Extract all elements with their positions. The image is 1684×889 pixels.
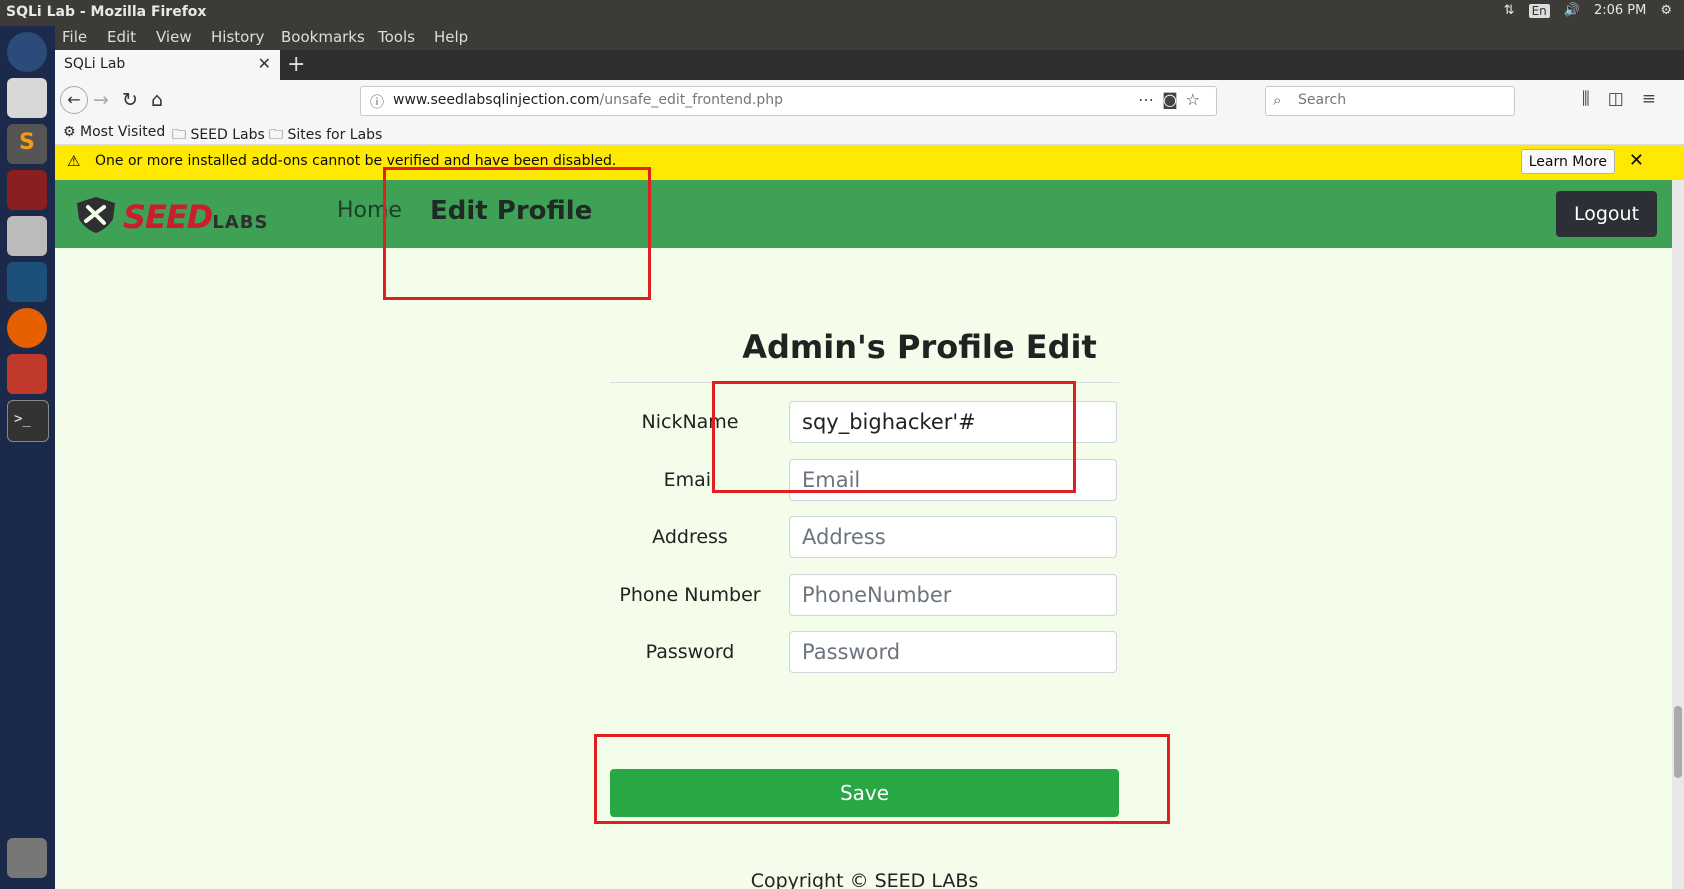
search-input[interactable] (1296, 91, 1500, 109)
window-title: SQLi Lab - Mozilla Firefox (6, 4, 207, 20)
gear-icon: ⚙ (63, 124, 76, 140)
url-domain: www.seedlabsqlinjection.com (393, 92, 600, 108)
close-icon[interactable]: ✕ (1629, 150, 1644, 171)
wireshark-icon[interactable] (7, 262, 47, 302)
back-arrow-icon[interactable]: ← (60, 86, 88, 114)
phone-number-label: Phone Number (619, 584, 761, 606)
hamburger-menu-icon[interactable]: ≡ (1642, 89, 1674, 109)
annotation-box-nickname (712, 381, 1076, 493)
menu-view[interactable]: View (156, 28, 192, 46)
file-cabinet-icon[interactable] (7, 216, 47, 256)
warning-icon: ⚠ (67, 152, 81, 170)
tab-label: SQLi Lab (64, 56, 126, 72)
sidebar-icon[interactable]: ◫ (1608, 89, 1642, 109)
settings-gear-icon[interactable]: ⚙ (1660, 3, 1672, 18)
page-scrollbar[interactable] (1672, 180, 1684, 889)
navigation-toolbar: ← → ↻ ⌂ ⓘ www.seedlabsqlinjection.com/un… (55, 80, 1684, 122)
addon-warning-bar: ⚠ One or more installed add-ons cannot b… (55, 145, 1684, 180)
search-icon: ⌕ (1273, 91, 1282, 109)
home-icon[interactable]: ⌂ (151, 89, 163, 111)
tab-close-icon[interactable]: ✕ (258, 54, 271, 73)
url-text[interactable]: www.seedlabsqlinjection.com/unsafe_edit_… (393, 92, 783, 108)
forward-arrow-icon[interactable]: → (93, 89, 109, 111)
seed-labs-logo[interactable]: SEEDLABS (73, 195, 273, 236)
terminal-icon[interactable]: >_ (7, 400, 49, 442)
menu-tools[interactable]: Tools (378, 28, 415, 46)
terminal-red-icon[interactable] (7, 170, 47, 210)
menu-help[interactable]: Help (434, 28, 468, 46)
system-tray: ⇅ En 🔊 2:06 PM ⚙ (1504, 3, 1672, 18)
bookmark-label: Sites for Labs (287, 127, 383, 143)
copyright-footer: Copyright © SEED LABs (750, 870, 979, 889)
menu-history[interactable]: History (211, 28, 264, 46)
tab-sqli-lab[interactable]: SQLi Lab ✕ (55, 50, 280, 80)
logo-sub: LABS (212, 212, 269, 233)
firefox-menu-bar: File Edit View History Bookmarks Tools H… (55, 26, 1684, 50)
url-path: /unsafe_edit_frontend.php (599, 92, 784, 108)
launcher-sidebar: S >_ (0, 26, 55, 889)
volume-icon[interactable]: 🔊 (1564, 3, 1580, 18)
bookmark-star-icon[interactable]: ☆ (1186, 90, 1208, 109)
annotation-box-edit-profile (383, 167, 651, 300)
bookmark-label: SEED Labs (190, 127, 265, 143)
scrollbar-thumb[interactable] (1674, 706, 1682, 778)
form-title: Admin's Profile Edit (742, 328, 1097, 366)
text-editor-icon[interactable] (7, 78, 47, 118)
sublime-text-icon[interactable]: S (7, 124, 47, 164)
logo-text: SEEDLABS (123, 198, 268, 236)
search-box[interactable]: ⌕ (1265, 86, 1515, 116)
password-label: Password (645, 641, 735, 663)
system-top-bar: SQLi Lab - Mozilla Firefox ⇅ En 🔊 2:06 P… (0, 0, 1684, 26)
pocket-icon[interactable]: ◙ (1162, 90, 1186, 109)
system-settings-icon[interactable] (7, 354, 47, 394)
address-label: Address (652, 526, 728, 548)
new-tab-plus-icon[interactable]: + (287, 52, 305, 77)
clock[interactable]: 2:06 PM (1594, 3, 1646, 18)
folder-icon: 🗀 (269, 127, 283, 143)
menu-bookmarks[interactable]: Bookmarks (281, 28, 365, 46)
url-actions: ⋯◙☆ (1138, 90, 1208, 109)
tab-strip: SQLi Lab ✕ + (55, 50, 1684, 80)
menu-file[interactable]: File (62, 28, 87, 46)
bookmark-most-visited[interactable]: ⚙ Most Visited (63, 124, 165, 140)
learn-more-button[interactable]: Learn More (1520, 149, 1615, 174)
password-input[interactable] (789, 631, 1117, 673)
url-bar[interactable]: ⓘ www.seedlabsqlinjection.com/unsafe_edi… (360, 86, 1217, 116)
network-icon[interactable]: ⇅ (1504, 3, 1515, 18)
logo-main: SEED (123, 198, 213, 236)
address-input[interactable] (789, 516, 1117, 558)
bookmark-label: Most Visited (80, 124, 166, 140)
info-icon[interactable]: ⓘ (370, 92, 384, 112)
folder-icon: 🗀 (172, 127, 186, 143)
toolbar-right-icons: ⫼◫≡ (1582, 89, 1674, 109)
page-actions-ellipsis-icon[interactable]: ⋯ (1138, 90, 1162, 109)
phone-number-input[interactable] (789, 574, 1117, 616)
logout-button[interactable]: Logout (1556, 191, 1657, 237)
bookmarks-toolbar: ⚙ Most Visited 🗀 SEED Labs 🗀 Sites for L… (55, 122, 1684, 145)
ubuntu-dash-icon[interactable] (7, 32, 47, 72)
trash-icon[interactable] (7, 838, 47, 878)
library-icon[interactable]: ⫼ (1582, 89, 1608, 109)
annotation-box-save (594, 734, 1170, 824)
keyboard-layout-indicator[interactable]: En (1528, 3, 1550, 18)
reload-icon[interactable]: ↻ (122, 89, 138, 111)
site-navbar: SEEDLABS Home Edit Profile Logout (55, 180, 1672, 248)
firefox-icon[interactable] (7, 308, 47, 348)
menu-edit[interactable]: Edit (107, 28, 136, 46)
shield-tools-icon (77, 197, 115, 233)
